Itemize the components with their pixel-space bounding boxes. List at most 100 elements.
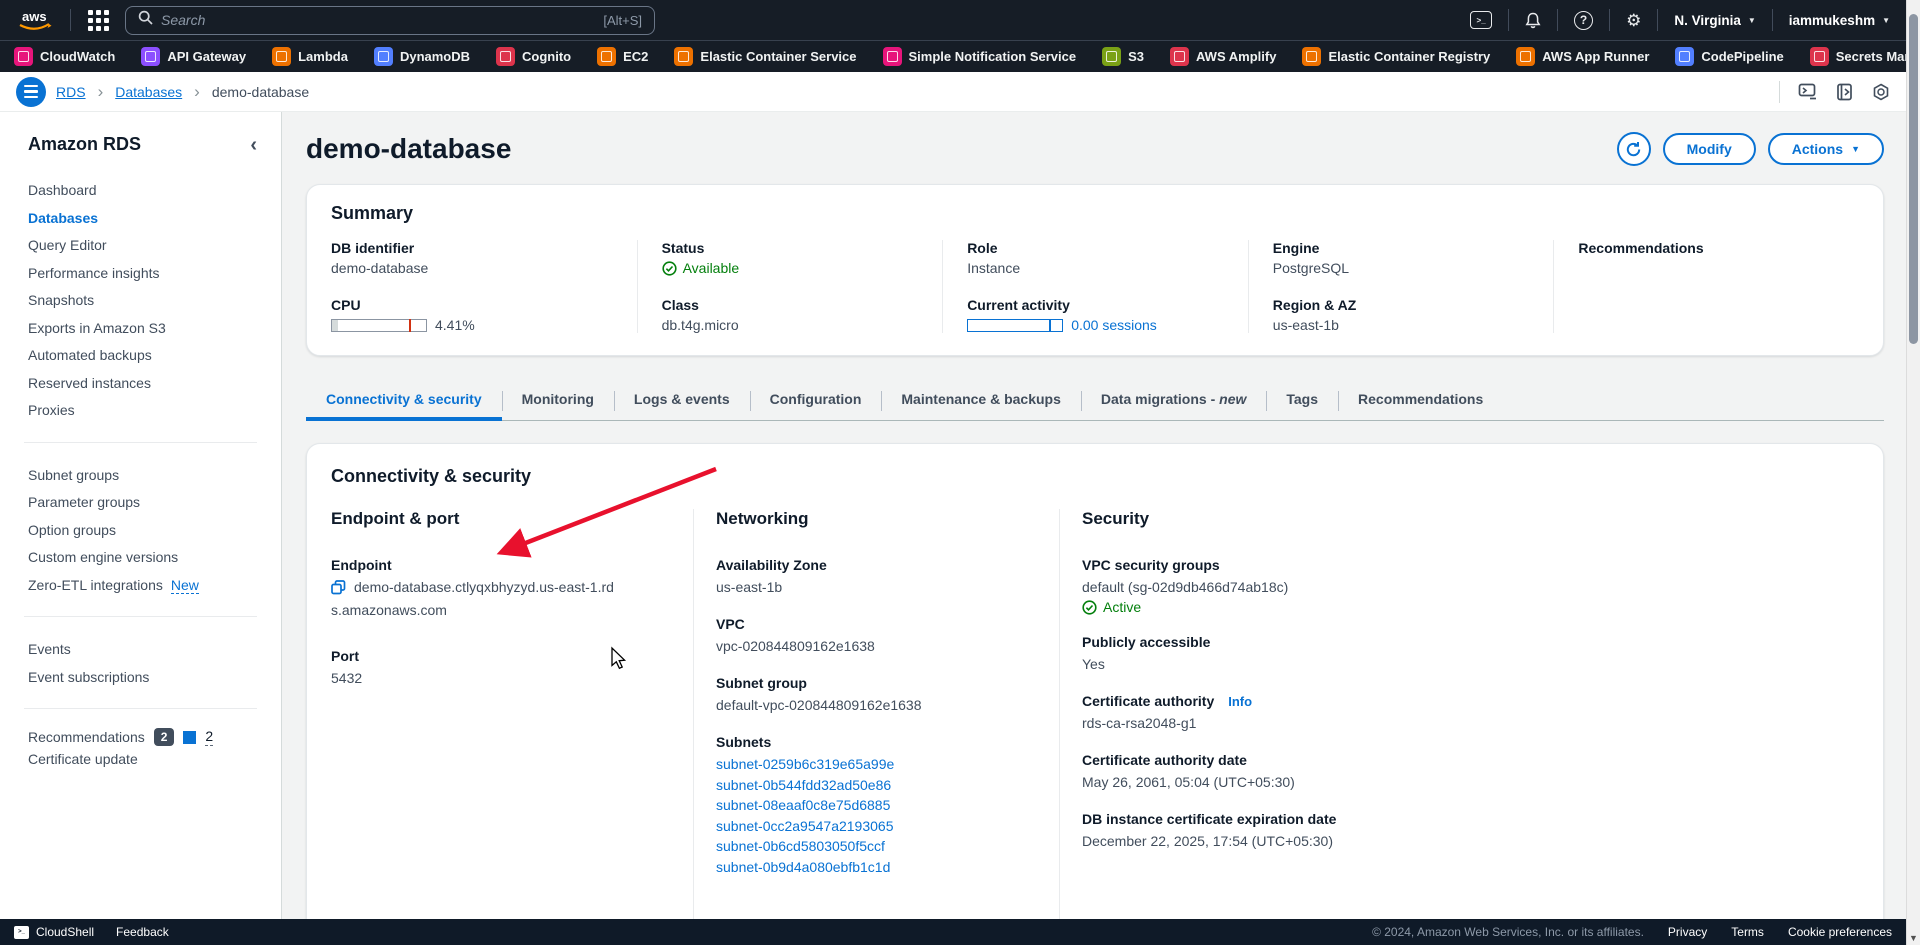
cert-expiration-value: December 22, 2025, 17:54 (UTC+05:30) bbox=[1082, 831, 1837, 851]
tab-tags[interactable]: Tags bbox=[1266, 382, 1338, 420]
account-menu[interactable]: iammukeshm ▼ bbox=[1789, 13, 1890, 28]
subnet-link[interactable]: subnet-0b544fdd32ad50e86 bbox=[716, 775, 1037, 796]
search-input[interactable] bbox=[161, 12, 595, 28]
favorite-s3[interactable]: S3 bbox=[1102, 47, 1144, 66]
sidebar-item-certificate-update[interactable]: Certificate update bbox=[28, 746, 257, 774]
sidebar-item-option-groups[interactable]: Option groups bbox=[28, 517, 257, 545]
new-badge[interactable]: New bbox=[171, 577, 199, 594]
vpc-link[interactable]: vpc-020844809162e1638 bbox=[716, 638, 875, 654]
scrollbar-thumb[interactable] bbox=[1909, 14, 1918, 344]
sidebar-item-parameter-groups[interactable]: Parameter groups bbox=[28, 489, 257, 517]
cloudwatch-icon bbox=[14, 47, 33, 66]
services-grid-icon[interactable] bbox=[85, 7, 111, 33]
activity-value-link[interactable]: 0.00 sessions bbox=[1071, 317, 1157, 333]
tab-connectivity-security[interactable]: Connectivity & security bbox=[306, 382, 502, 420]
subnet-group-value: default-vpc-020844809162e1638 bbox=[716, 695, 1037, 715]
favorite-api-gateway[interactable]: API Gateway bbox=[141, 47, 246, 66]
scrollbar-down-arrow[interactable]: ▼ bbox=[1907, 933, 1920, 943]
actions-button[interactable]: Actions▼ bbox=[1768, 133, 1884, 165]
breadcrumb-rds[interactable]: RDS bbox=[56, 84, 86, 100]
help-icon[interactable]: ? bbox=[1574, 11, 1593, 30]
favorite-secrets-manager[interactable]: Secrets Manager bbox=[1810, 47, 1906, 66]
hexagon-status-icon[interactable] bbox=[1872, 83, 1890, 101]
main-content: demo-database Modify Actions▼ Summary DB… bbox=[282, 112, 1906, 919]
favorite-dynamodb[interactable]: DynamoDB bbox=[374, 47, 470, 66]
favorite-label: Elastic Container Registry bbox=[1328, 49, 1490, 64]
subnet-link[interactable]: subnet-0259b6c319e65a99e bbox=[716, 754, 1037, 775]
footer-privacy[interactable]: Privacy bbox=[1668, 925, 1707, 939]
favorite-ecs[interactable]: Elastic Container Service bbox=[674, 47, 856, 66]
sidebar-item-custom-engine-versions[interactable]: Custom engine versions bbox=[28, 544, 257, 572]
cloudshell-icon[interactable]: >_ bbox=[1470, 11, 1492, 29]
subnet-link[interactable]: subnet-0cc2a9547a2193065 bbox=[716, 816, 1037, 837]
endpoint-port-title: Endpoint & port bbox=[331, 509, 671, 529]
info-link[interactable]: Info bbox=[1228, 694, 1252, 709]
copy-icon[interactable] bbox=[331, 580, 346, 600]
favorite-cognito[interactable]: Cognito bbox=[496, 47, 571, 66]
footer-cookie-preferences[interactable]: Cookie preferences bbox=[1788, 925, 1892, 939]
subnet-link[interactable]: subnet-0b6cd5803050f5ccf bbox=[716, 836, 1037, 857]
subnet-link[interactable]: subnet-0b9d4a080ebfb1c1d bbox=[716, 857, 1037, 878]
sidebar-title: Amazon RDS bbox=[28, 134, 141, 155]
app-runner-icon bbox=[1516, 47, 1535, 66]
hamburger-menu-icon[interactable] bbox=[16, 77, 46, 107]
notifications-bell-icon[interactable] bbox=[1525, 12, 1541, 29]
sidebar-item-reserved-instances[interactable]: Reserved instances bbox=[28, 370, 257, 398]
breadcrumb-databases[interactable]: Databases bbox=[115, 84, 182, 100]
region-selector[interactable]: N. Virginia ▼ bbox=[1674, 13, 1755, 28]
sidebar-item-databases[interactable]: Databases bbox=[28, 205, 257, 233]
terms-label: Terms bbox=[1731, 925, 1764, 939]
favorite-app-runner[interactable]: AWS App Runner bbox=[1516, 47, 1649, 66]
search-box[interactable]: [Alt+S] bbox=[125, 6, 655, 35]
sidebar-item-subnet-groups[interactable]: Subnet groups bbox=[28, 462, 257, 490]
divider bbox=[24, 616, 257, 617]
networking-section: Networking Availability Zoneus-east-1b V… bbox=[693, 509, 1059, 919]
sidebar-item-automated-backups[interactable]: Automated backups bbox=[28, 342, 257, 370]
lambda-icon bbox=[272, 47, 291, 66]
tab-configuration[interactable]: Configuration bbox=[750, 382, 882, 420]
sidebar-item-proxies[interactable]: Proxies bbox=[28, 397, 257, 425]
sidebar-item-performance-insights[interactable]: Performance insights bbox=[28, 260, 257, 288]
footer-terms[interactable]: Terms bbox=[1731, 925, 1764, 939]
footer-cloudshell[interactable]: >_CloudShell bbox=[14, 925, 94, 939]
sidebar-item-recommendations[interactable]: Recommendations 2 2 bbox=[28, 728, 257, 746]
sidebar-item-event-subscriptions[interactable]: Event subscriptions bbox=[28, 664, 257, 692]
favorite-label: Simple Notification Service bbox=[909, 49, 1077, 64]
sidebar-item-exports-s3[interactable]: Exports in Amazon S3 bbox=[28, 315, 257, 343]
subnet-link[interactable]: subnet-08eaaf0c8e75d6885 bbox=[716, 795, 1037, 816]
tab-recommendations[interactable]: Recommendations bbox=[1338, 382, 1503, 420]
recommendations-new-count[interactable]: 2 bbox=[205, 728, 213, 746]
publicly-accessible-value: Yes bbox=[1082, 654, 1837, 674]
sidebar-item-dashboard[interactable]: Dashboard bbox=[28, 177, 257, 205]
divider bbox=[1508, 9, 1509, 31]
monitor-session-icon[interactable] bbox=[1798, 83, 1818, 101]
favorite-sns[interactable]: Simple Notification Service bbox=[883, 47, 1077, 66]
favorite-ecr[interactable]: Elastic Container Registry bbox=[1302, 47, 1490, 66]
modify-button[interactable]: Modify bbox=[1663, 133, 1756, 165]
security-group-link[interactable]: default (sg-02d9db466d74ab18c) bbox=[1082, 579, 1288, 595]
page-scrollbar[interactable]: ▼ bbox=[1906, 0, 1920, 945]
breadcrumb-bar: RDS › Databases › demo-database bbox=[0, 72, 1906, 112]
tab-data-migrations[interactable]: Data migrations - new bbox=[1081, 382, 1266, 420]
notebook-icon[interactable] bbox=[1836, 83, 1854, 101]
favorite-lambda[interactable]: Lambda bbox=[272, 47, 348, 66]
sidebar-item-query-editor[interactable]: Query Editor bbox=[28, 232, 257, 260]
role-label: Role bbox=[967, 240, 1230, 256]
aws-logo-icon[interactable]: aws bbox=[16, 7, 56, 33]
sidebar-item-zero-etl[interactable]: Zero-ETL integrationsNew bbox=[28, 572, 257, 600]
favorite-codepipeline[interactable]: CodePipeline bbox=[1675, 47, 1783, 66]
sidebar-item-events[interactable]: Events bbox=[28, 636, 257, 664]
region-az-value: us-east-1b bbox=[1273, 317, 1536, 333]
privacy-label: Privacy bbox=[1668, 925, 1707, 939]
sidebar-item-snapshots[interactable]: Snapshots bbox=[28, 287, 257, 315]
favorite-ec2[interactable]: EC2 bbox=[597, 47, 648, 66]
sidebar-collapse-icon[interactable]: ‹ bbox=[250, 135, 257, 155]
tab-maintenance-backups[interactable]: Maintenance & backups bbox=[881, 382, 1081, 420]
favorite-cloudwatch[interactable]: CloudWatch bbox=[14, 47, 115, 66]
tab-monitoring[interactable]: Monitoring bbox=[502, 382, 614, 420]
refresh-button[interactable] bbox=[1617, 132, 1651, 166]
settings-gear-icon[interactable]: ⚙ bbox=[1626, 12, 1641, 29]
favorite-amplify[interactable]: AWS Amplify bbox=[1170, 47, 1276, 66]
tab-logs-events[interactable]: Logs & events bbox=[614, 382, 750, 420]
footer-feedback[interactable]: Feedback bbox=[116, 925, 169, 939]
